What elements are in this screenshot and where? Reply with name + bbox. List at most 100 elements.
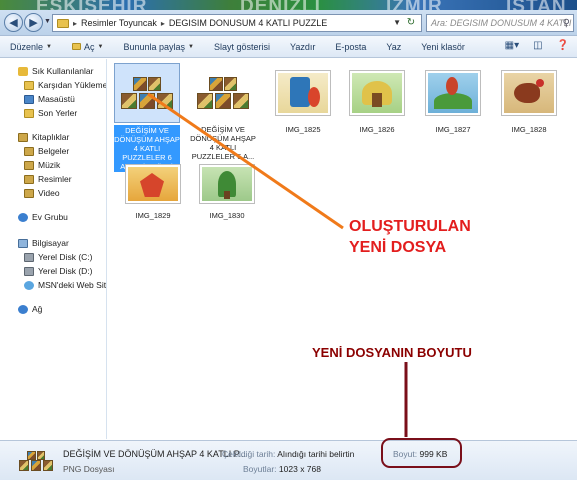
open-label: Aç [83,41,95,52]
file-thumbnail[interactable] [120,159,186,209]
open-button[interactable]: Aç ▼ [71,41,104,52]
slideshow-button[interactable]: Slayt gösterisi [214,42,270,52]
file-thumbnail[interactable] [420,63,486,123]
annotation-line-1: OLUŞTURULAN [349,218,471,235]
details-filetype: PNG Dosyası [63,464,115,474]
size-highlight-circle [381,438,462,468]
new-file-annotation: OLUŞTURULAN YENİ DOSYA [349,216,471,258]
nav-pictures[interactable]: Resimler [24,174,72,184]
breadcrumb[interactable]: DEGISIM DONUSUM 4 KATLI PUZZLE [169,18,327,28]
file-item[interactable]: IMG_1828 [496,63,562,134]
history-dropdown[interactable]: ▼ [44,18,51,25]
file-label[interactable]: IMG_1827 [420,125,486,134]
email-button[interactable]: E-posta [335,42,366,52]
file-label[interactable]: IMG_1830 [194,211,260,220]
file-item[interactable]: IMG_1825 [270,63,336,134]
date-value[interactable]: Alındığı tarihi belirtin [277,449,354,459]
file-item[interactable]: IMG_1827 [420,63,486,134]
nav-label: Karşıdan Yüklemeler [38,80,107,90]
file-thumbnail[interactable] [496,63,562,123]
search-icon: ⚲ [562,18,570,29]
photo-image [504,73,554,113]
file-thumbnail[interactable] [194,159,260,209]
search-placeholder: Ara: DEGISIM DONUSUM 4 KATLI PUZZLE [431,18,573,28]
chevron-down-icon: ▼ [188,43,194,50]
file-item[interactable]: IMG_1830 [194,159,260,220]
chevron-right-icon[interactable]: ▸ [73,19,77,28]
navigation-pane: Sık Kullanılanlar Karşıdan Yüklemeler Ma… [0,59,107,439]
details-dimensions: Boyutlar: 1023 x 768 [243,464,321,474]
chevron-down-icon[interactable]: ▼ [393,18,401,27]
address-bar[interactable]: ▸ Resimler Toyuncak ▸ DEGISIM DONUSUM 4 … [52,14,422,32]
annotation-line-2: YENİ DOSYA [349,239,447,256]
photo-image [278,73,328,113]
computer-icon [18,238,28,248]
view-controls: ▦▾ ◫ ❓ [505,40,569,51]
help-icon[interactable]: ❓ [557,40,569,51]
file-thumbnail[interactable] [114,63,180,123]
title-bar: ESKİŞEHİR DENİZLİ İZMİR İSTAN ◀ ▶ ▼ ▸ Re… [0,0,577,36]
details-date: Çekildiği tarih: Alındığı tarihi belirti… [222,449,354,459]
nav-label: Resimler [38,174,72,184]
size-annotation: YENİ DOSYANIN BOYUTU [312,345,472,360]
nav-network[interactable]: Ağ [18,304,42,314]
share-label: Bununla paylaş [123,41,185,52]
chevron-down-icon: ▼ [97,43,104,50]
dimensions-value: 1023 x 768 [278,464,321,474]
date-label: Çekildiği tarih: [222,449,276,459]
nav-drive-d[interactable]: Yerel Disk (D:) [24,266,92,276]
file-item[interactable]: IMG_1826 [344,63,410,134]
new-folder-button[interactable]: Yeni klasör [421,42,465,52]
video-icon [24,188,34,198]
nav-homegroup[interactable]: Ev Grubu [18,212,68,222]
nav-label: Son Yerler [38,108,78,118]
nav-label: Sık Kullanılanlar [32,66,94,76]
file-item[interactable]: DEĞİŞİM VE DÖNÜŞÜM AHŞAP 4 KATLI PUZZLEL… [190,63,256,161]
file-thumbnail[interactable] [190,63,256,123]
nav-recent[interactable]: Son Yerler [24,108,77,118]
file-item[interactable]: DEĞİŞİM VE DÖNÜŞÜM AHŞAP 4 KATLI PUZZLEL… [114,63,180,172]
breadcrumb[interactable]: Resimler Toyuncak [81,18,157,28]
share-menu[interactable]: Bununla paylaş ▼ [123,42,194,52]
organize-label: Düzenle [10,41,44,52]
nav-label: Yerel Disk (C:) [38,252,93,262]
file-thumbnail[interactable] [270,63,336,123]
msn-icon [24,280,34,290]
search-input[interactable]: Ara: DEGISIM DONUSUM 4 KATLI PUZZLE ⚲ [426,14,574,32]
nav-favorites[interactable]: Sık Kullanılanlar [18,66,93,76]
nav-downloads[interactable]: Karşıdan Yüklemeler [24,80,107,90]
nav-desktop[interactable]: Masaüstü [24,94,75,104]
arrow-left-icon: ◀ [9,17,18,29]
file-label[interactable]: IMG_1828 [496,125,562,134]
nav-label: Video [38,188,60,198]
nav-videos[interactable]: Video [24,188,60,198]
disk-icon [24,266,34,276]
nav-msn-sites[interactable]: MSN'deki Web Siteleri [24,280,106,290]
file-list: DEĞİŞİM VE DÖNÜŞÜM AHŞAP 4 KATLI PUZZLEL… [108,59,577,439]
folder-icon [57,18,69,28]
nav-documents[interactable]: Belgeler [24,146,69,156]
nav-drive-c[interactable]: Yerel Disk (C:) [24,252,92,262]
file-label[interactable]: IMG_1829 [120,211,186,220]
chevron-right-icon[interactable]: ▸ [161,19,165,28]
photo-image [128,167,178,201]
nav-computer[interactable]: Bilgisayar [18,238,69,248]
organize-menu[interactable]: Düzenle ▼ [10,42,52,52]
forward-button[interactable]: ▶ [24,13,43,32]
file-thumbnail[interactable] [344,63,410,123]
image-icon [71,43,81,50]
file-label[interactable]: DEĞİŞİM VE DÖNÜŞÜM AHŞAP 4 KATLI PUZZLEL… [190,125,256,161]
preview-pane-icon[interactable]: ◫ [533,40,542,51]
nav-libraries[interactable]: Kitaplıklar [18,132,69,142]
file-item[interactable]: IMG_1829 [120,159,186,220]
print-button[interactable]: Yazdır [290,42,315,52]
file-label[interactable]: IMG_1825 [270,125,336,134]
refresh-icon[interactable]: ↻ [404,17,418,29]
back-button[interactable]: ◀ [4,13,23,32]
folder-icon [24,80,34,90]
view-icon[interactable]: ▦▾ [505,40,519,51]
file-label[interactable]: IMG_1826 [344,125,410,134]
nav-music[interactable]: Müzik [24,160,60,170]
music-icon [24,160,34,170]
burn-button[interactable]: Yaz [386,42,401,52]
